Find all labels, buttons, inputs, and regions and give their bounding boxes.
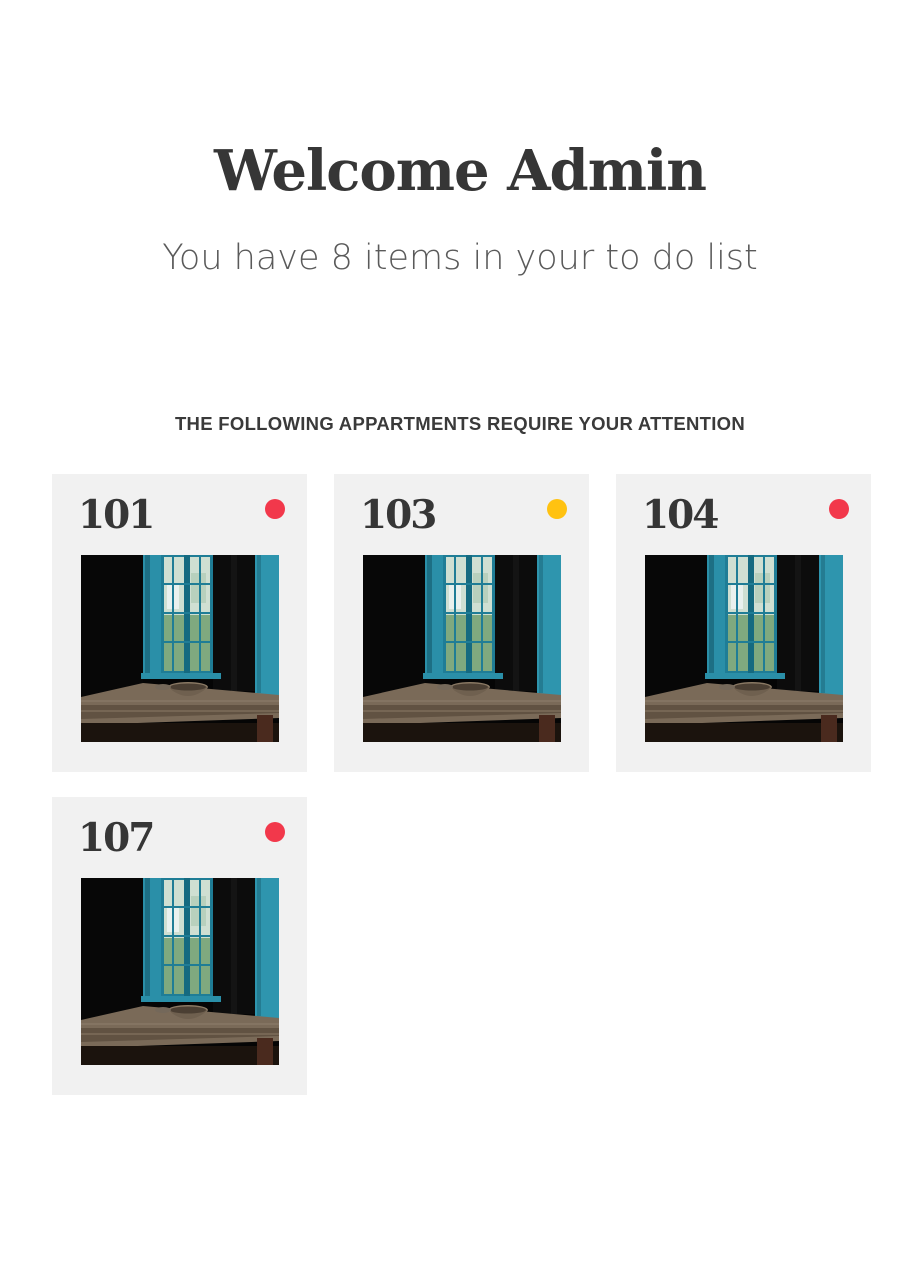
status-indicator-icon [265,822,285,842]
apartment-card[interactable]: 101 [52,474,307,772]
apartment-photo [645,555,843,742]
apartment-card[interactable]: 104 [616,474,871,772]
status-indicator-icon [547,499,567,519]
section-heading: THE FOLLOWING APPARTMENTS REQUIRE YOUR A… [174,413,746,434]
apartment-number: 103 [360,492,437,538]
apartment-card[interactable]: 103 [334,474,589,772]
apartment-number: 107 [78,815,155,861]
apartment-number: 101 [78,492,155,538]
apartment-photo [363,555,561,742]
apartment-photo [81,555,279,742]
todo-summary: You have 8 items in your to do list [162,238,758,278]
status-indicator-icon [265,499,285,519]
apartment-number: 104 [642,492,719,538]
apartment-photo [81,878,279,1065]
status-indicator-icon [829,499,849,519]
apartment-card[interactable]: 107 [52,797,307,1095]
page-title: Welcome Admin [214,138,707,204]
